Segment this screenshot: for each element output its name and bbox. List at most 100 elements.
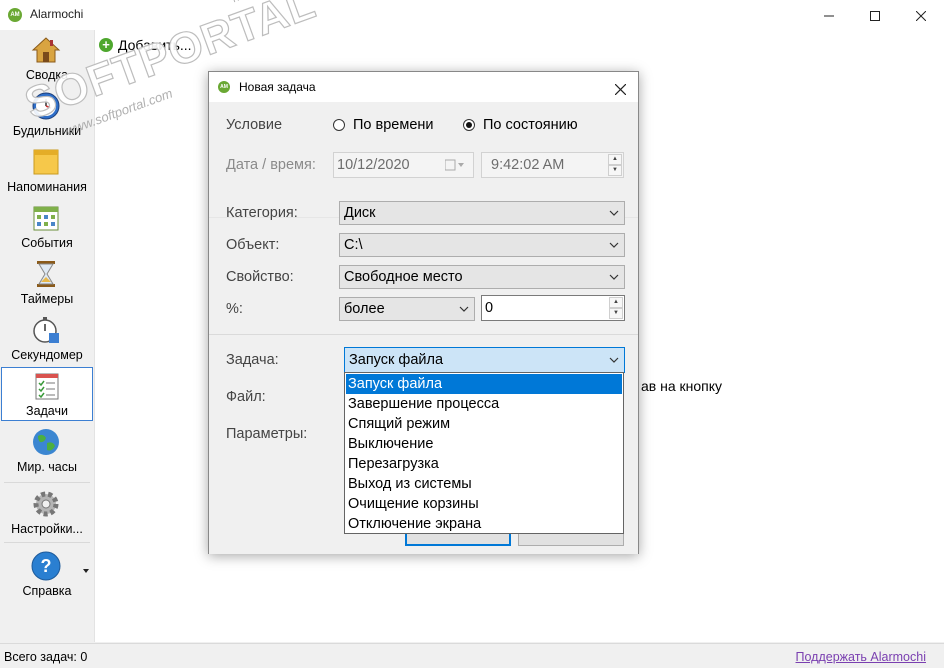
date-value: 10/12/2020 [337,157,410,173]
condition-panel: Условие По времени По состоянию Дата / в… [209,102,638,334]
condition-label: Условие [226,117,283,133]
chevron-down-icon [609,274,619,280]
sidebar-item-label: Задачи [26,404,68,418]
dialog-close-button[interactable] [609,77,631,99]
category-label: Категория: [226,205,298,221]
sidebar-separator [4,542,90,543]
task-list-icon [35,373,59,400]
svg-text:?: ? [41,556,52,576]
sidebar-item-label: События [21,236,73,250]
task-value: Запуск файла [349,352,444,368]
radio-by-state-label: По состоянию [483,117,578,133]
property-select[interactable]: Свободное место [339,265,625,289]
support-link[interactable]: Поддержать Alarmochi [796,650,926,664]
empty-hint-text: ав на кнопку [641,378,723,394]
object-value: C:\ [344,237,363,253]
sidebar-item-reminders[interactable]: Напоминания [0,144,94,198]
radio-by-state[interactable]: По состоянию [463,117,578,133]
stopwatch-icon [33,317,59,343]
caret-down-icon [83,569,89,573]
add-button[interactable]: + Добавить... [99,34,192,56]
sidebar-separator [4,482,90,483]
dropdown-option[interactable]: Перезагрузка [346,454,622,474]
sidebar: Сводка Будильники Напоминания События Та… [0,30,95,642]
dropdown-option[interactable]: Очищение корзины [346,494,622,514]
close-window-button[interactable] [898,0,944,30]
spin-down-icon[interactable]: ▼ [608,165,622,176]
dialog-title-bar: AM Новая задача [209,72,638,102]
sidebar-item-summary[interactable]: Сводка [0,32,94,86]
sidebar-item-timers[interactable]: Таймеры [0,256,94,310]
close-icon [614,83,626,96]
dialog-title: Новая задача [239,80,316,94]
maximize-icon [870,10,880,21]
task-count: Всего задач: 0 [4,650,88,664]
spin-down-icon[interactable]: ▼ [609,308,623,319]
calendar-icon [33,206,59,231]
percent-label: %: [226,301,243,317]
sidebar-item-label: Справка [22,584,72,598]
radio-by-time-label: По времени [353,117,434,133]
sidebar-item-tasks[interactable]: Задачи [1,367,93,421]
dropdown-option[interactable]: Запуск файла [346,374,622,394]
sidebar-item-world-clock[interactable]: Мир. часы [0,424,94,478]
datetime-label: Дата / время: [226,157,316,173]
maximize-button[interactable] [852,0,898,30]
sidebar-item-label: Секундомер [11,348,83,362]
object-select[interactable]: C:\ [339,233,625,257]
sticky-note-icon [33,149,59,175]
file-label: Файл: [226,389,266,405]
dialog-app-icon: AM [218,81,230,93]
gear-icon [33,491,59,517]
minimize-icon [824,15,834,17]
plus-icon: + [99,38,113,52]
time-value: 9:42:02 AM [491,157,565,173]
date-picker[interactable]: 10/12/2020 [333,152,474,178]
radio-circle [333,119,345,131]
dropdown-option[interactable]: Выключение [346,434,622,454]
sidebar-item-stopwatch[interactable]: Секундомер [0,312,94,366]
params-label: Параметры: [226,426,308,442]
chevron-down-icon [609,357,619,363]
category-select[interactable]: Диск [339,201,625,225]
globe-icon [33,429,59,455]
sidebar-item-label: Мир. часы [17,460,77,474]
sidebar-item-alarms[interactable]: Будильники [0,88,94,142]
calendar-dropdown-icon [445,159,464,171]
dropdown-option[interactable]: Отключение экрана [346,514,622,534]
sidebar-item-help[interactable]: ? Справка [0,548,94,602]
window-title: Alarmochi [30,7,84,21]
task-label: Задача: [226,352,279,368]
sidebar-item-events[interactable]: События [0,200,94,254]
compare-value: более [344,301,385,317]
minimize-button[interactable] [806,0,852,30]
sidebar-item-label: Сводка [25,68,69,82]
property-label: Свойство: [226,269,294,285]
property-value: Свободное место [344,269,463,285]
object-label: Объект: [226,237,280,253]
sidebar-item-label: Будильники [12,124,82,138]
compare-select[interactable]: более [339,297,475,321]
percent-input[interactable]: 0 ▲ ▼ [481,295,625,321]
close-icon [915,10,927,21]
sidebar-item-settings[interactable]: Настройки... [0,486,94,540]
dropdown-option[interactable]: Завершение процесса [346,394,622,414]
title-bar: AM Alarmochi [0,0,944,30]
house-icon [31,37,61,63]
percent-spin-buttons[interactable]: ▲ ▼ [609,297,623,319]
time-spin-buttons[interactable]: ▲ ▼ [608,154,622,176]
task-select[interactable]: Запуск файла [344,347,625,373]
spin-up-icon[interactable]: ▲ [609,297,623,308]
spin-up-icon[interactable]: ▲ [608,154,622,165]
radio-circle-selected [463,119,475,131]
time-picker[interactable]: 9:42:02 AM ▲ ▼ [481,152,624,178]
sidebar-item-label: Таймеры [20,292,74,306]
dropdown-option[interactable]: Выход из системы [346,474,622,494]
add-button-label: Добавить... [118,37,192,53]
percent-value: 0 [485,300,494,316]
help-icon: ? [31,551,61,581]
category-value: Диск [344,205,376,221]
radio-by-time[interactable]: По времени [333,117,434,133]
alarm-clock-icon [32,92,60,120]
dropdown-option[interactable]: Спящий режим [346,414,622,434]
